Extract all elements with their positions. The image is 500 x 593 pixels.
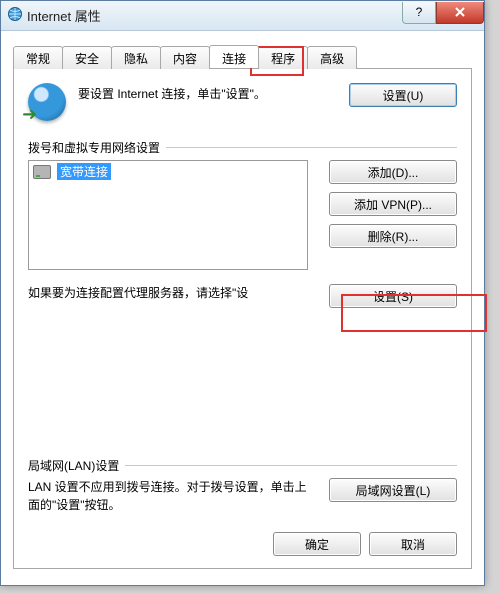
- lan-text: LAN 设置不应用到拨号连接。对于拨号设置，单击上面的"设置"按钮。: [28, 478, 308, 514]
- internet-properties-window: Internet 属性 ? 常规安全隐私内容连接程序高级 ➜ 要设置 Inter…: [0, 0, 485, 586]
- setup-button[interactable]: 设置(U): [349, 83, 457, 107]
- internet-options-icon: [7, 6, 23, 25]
- content-area: 常规安全隐私内容连接程序高级 ➜ 要设置 Internet 连接，单击"设置"。…: [1, 31, 484, 577]
- remove-button[interactable]: 删除(R)...: [329, 224, 457, 248]
- tab-高级[interactable]: 高级: [307, 46, 357, 69]
- connection-name: 宽带连接: [57, 163, 111, 180]
- connection-item[interactable]: 宽带连接: [29, 161, 307, 182]
- tab-安全[interactable]: 安全: [62, 46, 112, 69]
- divider: [166, 147, 457, 148]
- connection-setup-icon: ➜: [28, 83, 68, 121]
- close-button[interactable]: [436, 2, 484, 24]
- lan-settings-button[interactable]: 局域网设置(L): [329, 478, 457, 502]
- tab-page-connections: ➜ 要设置 Internet 连接，单击"设置"。 设置(U) 拨号和虚拟专用网…: [13, 69, 472, 569]
- settings-button[interactable]: 设置(S): [329, 284, 457, 308]
- tab-内容[interactable]: 内容: [160, 46, 210, 69]
- dial-group-label: 拨号和虚拟专用网络设置: [28, 139, 160, 156]
- tab-程序[interactable]: 程序: [258, 46, 308, 69]
- add-button[interactable]: 添加(D)...: [329, 160, 457, 184]
- connections-listbox[interactable]: 宽带连接: [28, 160, 308, 270]
- titlebar[interactable]: Internet 属性 ?: [1, 1, 484, 31]
- lan-group-label: 局域网(LAN)设置: [28, 457, 119, 474]
- help-button[interactable]: ?: [402, 2, 436, 24]
- add-vpn-button[interactable]: 添加 VPN(P)...: [329, 192, 457, 216]
- close-icon: [454, 6, 466, 18]
- tab-常规[interactable]: 常规: [13, 46, 63, 69]
- ok-button[interactable]: 确定: [273, 532, 361, 556]
- tab-连接[interactable]: 连接: [209, 45, 259, 68]
- help-glyph: ?: [416, 5, 423, 19]
- window-title: Internet 属性: [27, 6, 402, 25]
- intro-text: 要设置 Internet 连接，单击"设置"。: [78, 83, 339, 102]
- divider: [125, 465, 457, 466]
- modem-icon: [33, 165, 51, 179]
- tab-strip: 常规安全隐私内容连接程序高级: [13, 45, 472, 69]
- proxy-text: 如果要为连接配置代理服务器，请选择"设: [28, 284, 308, 301]
- tab-隐私[interactable]: 隐私: [111, 46, 161, 69]
- cancel-button[interactable]: 取消: [369, 532, 457, 556]
